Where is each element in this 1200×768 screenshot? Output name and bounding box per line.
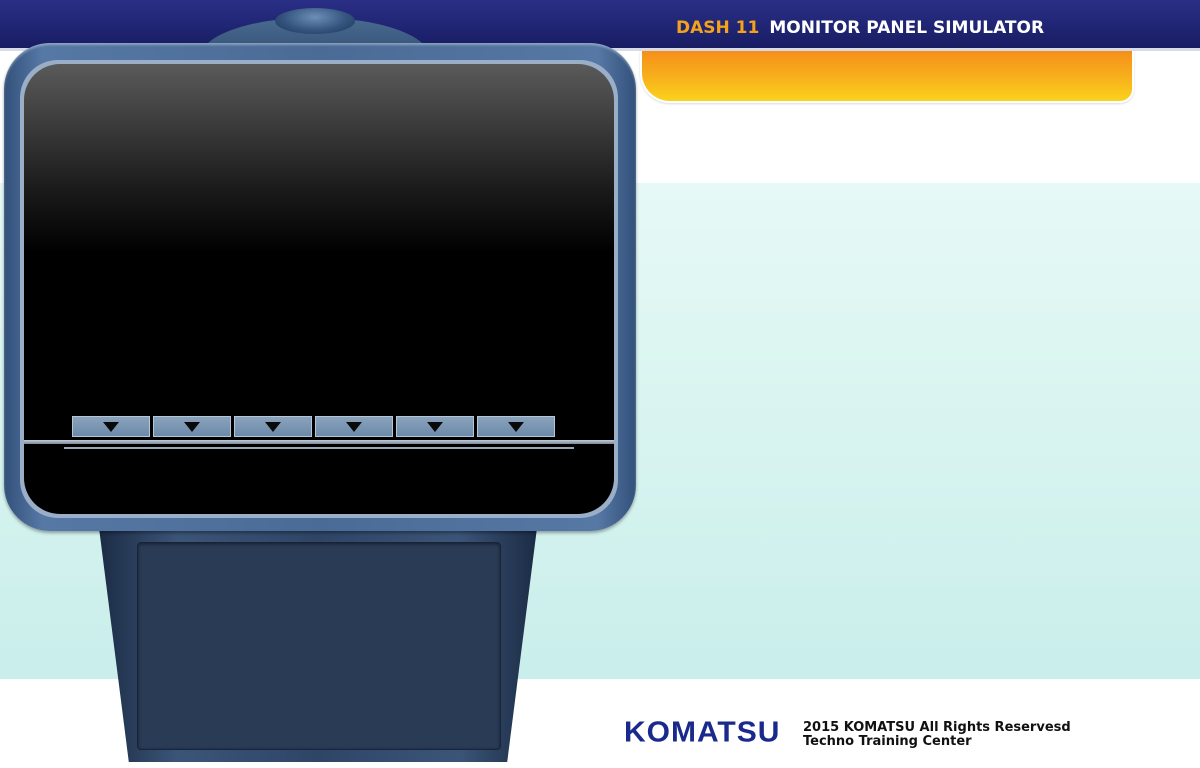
monitor-stand-panel xyxy=(137,542,501,750)
function-key-f5[interactable] xyxy=(396,416,474,437)
copyright-line-1: 2015 KOMATSU All Rights Reservesd xyxy=(803,720,1071,735)
screen-divider-line xyxy=(64,447,574,449)
simulator-title: MONITOR PANEL SIMULATOR xyxy=(769,18,1045,38)
copyright-text: 2015 KOMATSU All Rights Reservesd Techno… xyxy=(803,721,1071,749)
triangle-down-icon xyxy=(508,421,524,432)
app-title: DASH 11 MONITOR PANEL SIMULATOR xyxy=(676,16,1044,40)
monitor-screen xyxy=(24,64,614,514)
camera-lens-icon xyxy=(275,8,355,34)
komatsu-logo: KOMATSU xyxy=(624,716,781,749)
function-key-row xyxy=(72,416,555,437)
copyright-line-2: Techno Training Center xyxy=(803,734,972,749)
function-key-f6[interactable] xyxy=(477,416,555,437)
triangle-down-icon xyxy=(103,421,119,432)
triangle-down-icon xyxy=(265,421,281,432)
function-key-f1[interactable] xyxy=(72,416,150,437)
function-key-f4[interactable] xyxy=(315,416,393,437)
screen-divider xyxy=(24,440,614,444)
header-accent-tab xyxy=(640,51,1134,103)
triangle-down-icon xyxy=(427,421,443,432)
function-key-f3[interactable] xyxy=(234,416,312,437)
function-key-f2[interactable] xyxy=(153,416,231,437)
triangle-down-icon xyxy=(184,421,200,432)
triangle-down-icon xyxy=(346,421,362,432)
dash-label: DASH 11 xyxy=(676,18,760,38)
